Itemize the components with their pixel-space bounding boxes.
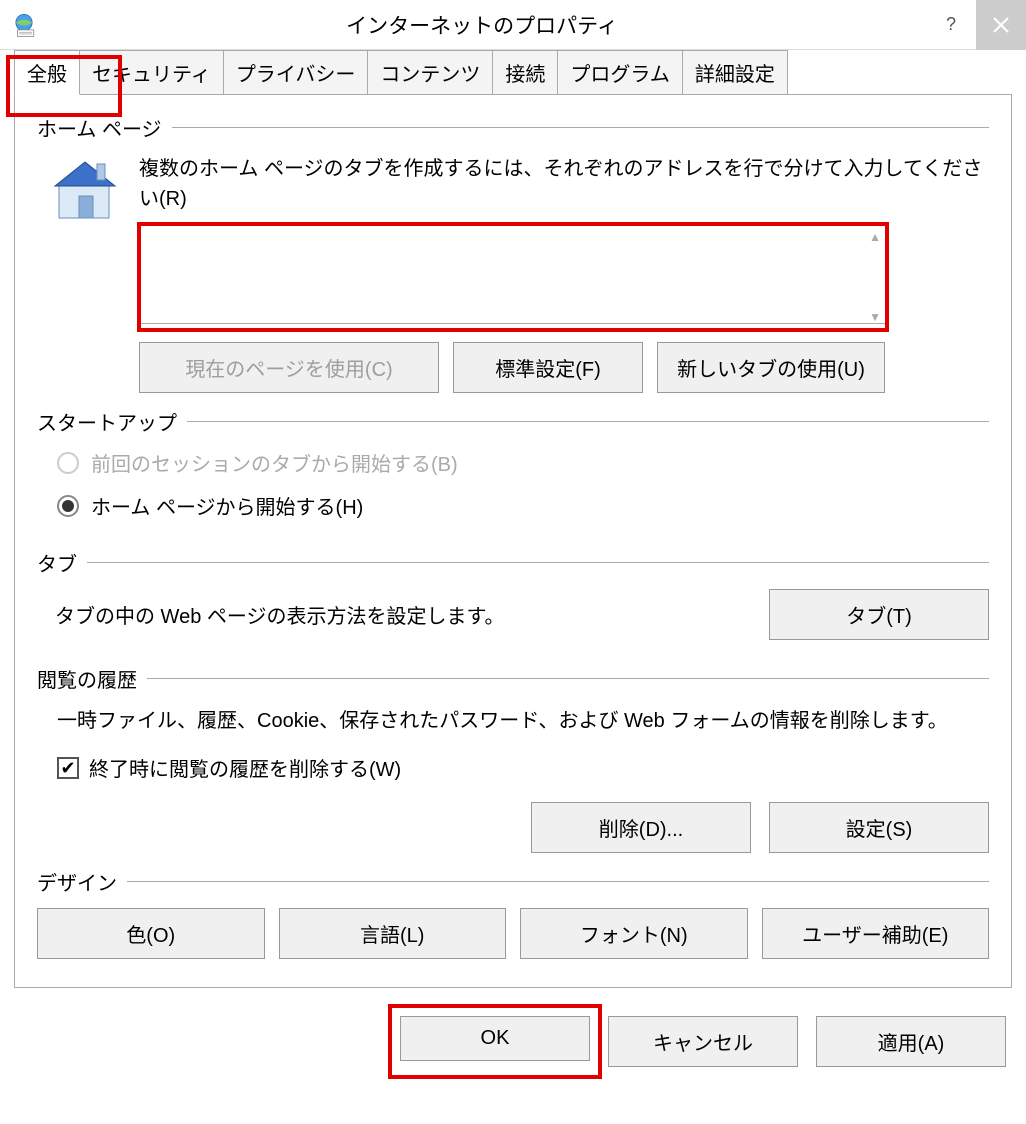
use-newtab-button[interactable]: 新しいタブの使用(U) <box>657 342 885 393</box>
tabs-legend: タブ <box>37 548 87 577</box>
tab-strip: 全般 セキュリティ プライバシー コンテンツ 接続 プログラム 詳細設定 <box>0 50 1026 95</box>
checkbox-icon: ✔ <box>57 757 79 779</box>
delete-on-exit-checkbox[interactable]: ✔ 終了時に閲覧の履歴を削除する(W) <box>57 753 989 782</box>
apply-button[interactable]: 適用(A) <box>816 1016 1006 1067</box>
design-legend: デザイン <box>37 867 127 896</box>
textarea-scrollbar[interactable]: ▲ ▼ <box>869 224 881 330</box>
close-button[interactable] <box>976 0 1026 50</box>
tab-panel-general: ホーム ページ 複数のホーム ページのタブを作成するには、それぞれのアドレスを行… <box>14 94 1012 988</box>
help-button[interactable]: ? <box>926 0 976 50</box>
radio-label: ホーム ページから開始する(H) <box>91 491 363 520</box>
homepage-legend: ホーム ページ <box>37 113 172 142</box>
use-default-button[interactable]: 標準設定(F) <box>453 342 643 393</box>
startup-radio-homepage[interactable]: ホーム ページから開始する(H) <box>57 491 989 520</box>
accessibility-button[interactable]: ユーザー補助(E) <box>762 908 990 959</box>
homepage-url-input[interactable] <box>139 224 887 324</box>
startup-legend: スタートアップ <box>37 407 187 436</box>
checkbox-label: 終了時に閲覧の履歴を削除する(W) <box>89 753 401 782</box>
startup-radio-prev-session[interactable]: 前回のセッションのタブから開始する(B) <box>57 448 989 477</box>
scroll-down-icon: ▼ <box>869 310 881 324</box>
tab-programs[interactable]: プログラム <box>557 50 682 95</box>
cancel-button[interactable]: キャンセル <box>608 1016 798 1067</box>
titlebar: インターネットのプロパティ ? <box>0 0 1026 50</box>
history-group: 閲覧の履歴 一時ファイル、履歴、Cookie、保存されたパスワード、および We… <box>37 664 989 853</box>
languages-button[interactable]: 言語(L) <box>279 908 507 959</box>
window-title: インターネットのプロパティ <box>38 10 926 40</box>
design-group: デザイン 色(O) 言語(L) フォント(N) ユーザー補助(E) <box>37 867 989 959</box>
tabs-description: タブの中の Web ページの表示方法を設定します。 <box>55 600 504 629</box>
homepage-group: ホーム ページ 複数のホーム ページのタブを作成するには、それぞれのアドレスを行… <box>37 113 989 393</box>
use-current-page-button[interactable]: 現在のページを使用(C) <box>139 342 439 393</box>
tab-security[interactable]: セキュリティ <box>79 50 224 95</box>
history-description: 一時ファイル、履歴、Cookie、保存されたパスワード、および Web フォーム… <box>57 705 989 737</box>
tab-privacy[interactable]: プライバシー <box>223 50 369 95</box>
tab-content[interactable]: コンテンツ <box>367 50 493 95</box>
tab-advanced[interactable]: 詳細設定 <box>682 50 788 95</box>
colors-button[interactable]: 色(O) <box>37 908 265 959</box>
tab-general[interactable]: 全般 <box>14 50 80 95</box>
tab-connections[interactable]: 接続 <box>492 50 558 95</box>
history-legend: 閲覧の履歴 <box>37 664 147 693</box>
radio-label: 前回のセッションのタブから開始する(B) <box>91 448 458 477</box>
radio-icon <box>57 495 79 517</box>
tabs-settings-button[interactable]: タブ(T) <box>769 589 989 640</box>
scroll-up-icon: ▲ <box>869 230 881 244</box>
dialog-footer: OK キャンセル 適用(A) <box>0 1002 1026 1081</box>
fonts-button[interactable]: フォント(N) <box>520 908 748 959</box>
internet-options-icon <box>10 11 38 39</box>
ok-button[interactable]: OK <box>400 1016 590 1061</box>
startup-group: スタートアップ 前回のセッションのタブから開始する(B) ホーム ページから開始… <box>37 407 989 534</box>
home-icon <box>47 154 123 222</box>
radio-icon <box>57 452 79 474</box>
history-settings-button[interactable]: 設定(S) <box>769 802 989 853</box>
delete-history-button[interactable]: 削除(D)... <box>531 802 751 853</box>
homepage-description: 複数のホーム ページのタブを作成するには、それぞれのアドレスを行で分けて入力して… <box>139 154 989 214</box>
tabs-group: タブ タブの中の Web ページの表示方法を設定します。 タブ(T) <box>37 548 989 640</box>
